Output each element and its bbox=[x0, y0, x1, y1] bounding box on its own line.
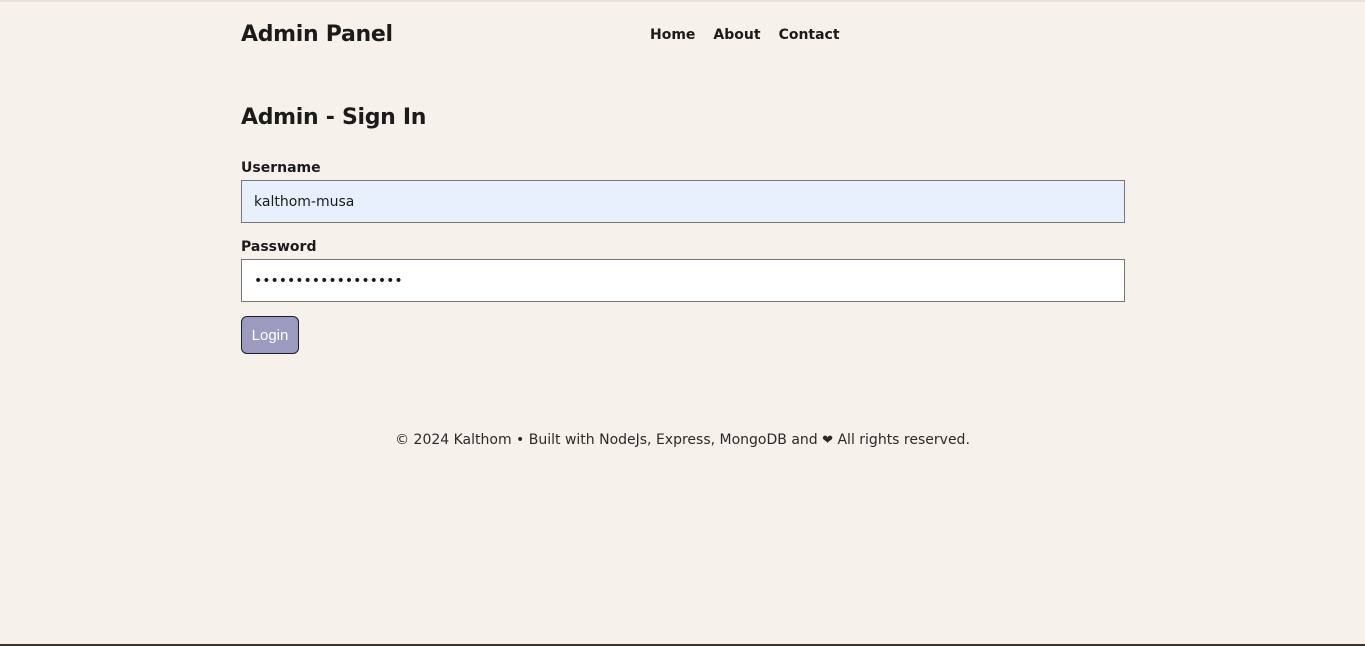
username-label: Username bbox=[241, 160, 321, 176]
top-border bbox=[0, 0, 1365, 2]
footer-text-before: © 2024 Kalthom • Built with NodeJs, Expr… bbox=[395, 432, 818, 448]
password-label: Password bbox=[241, 239, 317, 255]
page-title: Admin - Sign In bbox=[241, 105, 427, 130]
password-input[interactable] bbox=[241, 259, 1125, 302]
footer-text-after: All rights reserved. bbox=[837, 432, 970, 448]
nav-link-home[interactable]: Home bbox=[650, 27, 695, 43]
username-input[interactable] bbox=[241, 180, 1125, 223]
nav-link-about[interactable]: About bbox=[713, 27, 760, 43]
footer: © 2024 Kalthom • Built with NodeJs, Expr… bbox=[0, 432, 1365, 448]
nav-link-contact[interactable]: Contact bbox=[779, 27, 840, 43]
login-button[interactable]: Login bbox=[241, 316, 299, 354]
brand-logo-text[interactable]: Admin Panel bbox=[241, 22, 393, 47]
main-nav: Home About Contact bbox=[650, 27, 858, 43]
heart-icon: ❤ bbox=[822, 433, 834, 448]
